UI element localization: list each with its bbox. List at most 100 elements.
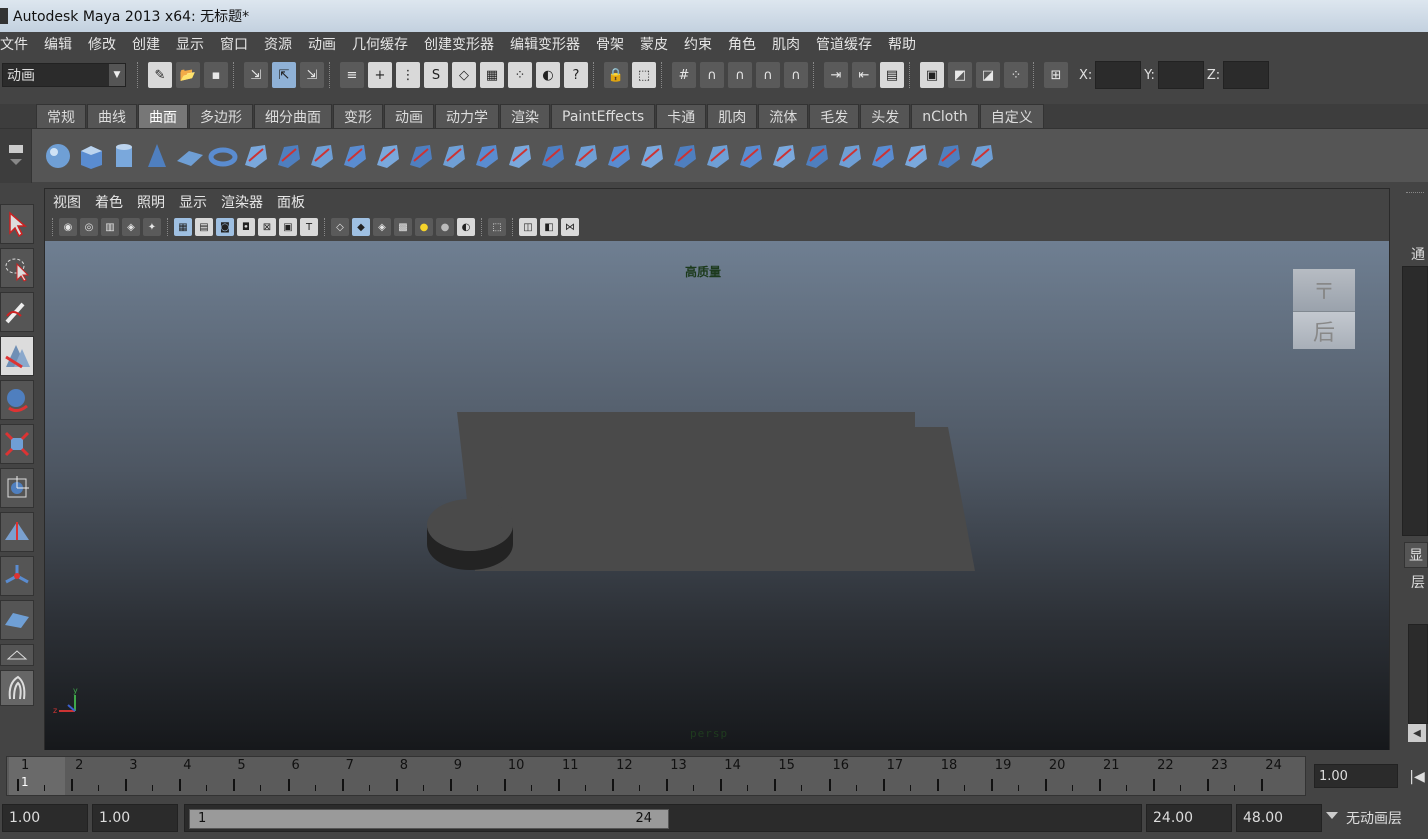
tab-fur[interactable]: 毛发 (809, 104, 860, 128)
panel-grip[interactable] (1406, 192, 1424, 196)
tab-fluids[interactable]: 流体 (758, 104, 809, 128)
tab-surfaces[interactable]: 曲面 (138, 104, 188, 128)
tab-custom[interactable]: 自定义 (979, 104, 1044, 128)
shadows-icon[interactable]: ● (436, 218, 454, 236)
animation-end-field[interactable]: 48.00 (1236, 804, 1322, 832)
select-surfaces-icon[interactable]: ◇ (452, 62, 476, 88)
tab-general[interactable]: 常规 (36, 104, 86, 128)
input-connections-icon[interactable]: ⇥ (824, 62, 848, 88)
detach-icon[interactable] (669, 138, 701, 174)
select-rendering-icon[interactable]: ◐ (536, 62, 560, 88)
display-layer-tab[interactable]: 显 (1404, 542, 1428, 568)
tab-subdivs[interactable]: 细分曲面 (254, 104, 332, 128)
snap-view-plane-icon[interactable]: ∩ (756, 62, 780, 88)
scale-tool-icon[interactable] (0, 424, 34, 464)
tab-dynamics[interactable]: 动力学 (435, 104, 499, 128)
paint-select-tool-icon[interactable] (0, 292, 34, 332)
chevron-down-icon[interactable] (1326, 812, 1338, 819)
menu-geometry-cache[interactable]: 几何缓存 (344, 34, 416, 54)
scene-geometry[interactable] (45, 241, 1389, 750)
view-cube-back[interactable]: 后 (1293, 311, 1355, 349)
select-camera-icon[interactable]: ◉ (59, 218, 77, 236)
use-all-lights-icon[interactable]: ● (415, 218, 433, 236)
menu-character[interactable]: 角色 (720, 34, 764, 54)
xray-icon[interactable]: ◫ (519, 218, 537, 236)
shelf-menu-handle[interactable] (0, 128, 32, 183)
menu-skin[interactable]: 蒙皮 (632, 34, 676, 54)
nurbs-cube-icon[interactable] (75, 138, 107, 174)
save-scene-icon[interactable]: ▪ (204, 62, 228, 88)
layer-list[interactable] (1408, 624, 1428, 724)
layout-single-icon[interactable] (0, 644, 34, 666)
tab-animation[interactable]: 动画 (384, 104, 434, 128)
tab-toon[interactable]: 卡通 (656, 104, 707, 128)
2d-pan-zoom-icon[interactable]: ✦ (143, 218, 161, 236)
panel-menu-show[interactable]: 显示 (179, 192, 215, 212)
sculpt-icon[interactable] (933, 138, 965, 174)
select-by-hierarchy-icon[interactable]: ⇲ (244, 62, 268, 88)
show-manipulator-icon[interactable] (0, 556, 34, 596)
playback-end-field[interactable]: 24.00 (1146, 804, 1232, 832)
bookmarks-icon[interactable]: ▥ (101, 218, 119, 236)
menu-skeleton[interactable]: 骨架 (588, 34, 632, 54)
nurbs-plane-icon[interactable] (174, 138, 206, 174)
range-handle[interactable]: 1 24 (189, 809, 669, 829)
rebuild-icon[interactable] (867, 138, 899, 174)
construction-history-icon[interactable]: ▤ (880, 62, 904, 88)
intersect-icon[interactable] (537, 138, 569, 174)
lock-selection-icon[interactable]: 🔒 (604, 62, 628, 88)
open-scene-icon[interactable]: 📂 (176, 62, 200, 88)
view-cube-top[interactable]: 〒 (1293, 269, 1355, 311)
snap-point-icon[interactable]: ∩ (728, 62, 752, 88)
select-deformations-icon[interactable]: ▦ (480, 62, 504, 88)
select-tool-icon[interactable] (0, 204, 34, 244)
reverse-icon[interactable] (900, 138, 932, 174)
playback-start-field[interactable]: 1.00 (92, 804, 178, 832)
safe-title-icon[interactable]: T (300, 218, 318, 236)
camera-attributes-icon[interactable]: ◎ (80, 218, 98, 236)
nurbs-torus-icon[interactable] (207, 138, 239, 174)
select-by-object-icon[interactable]: ⇱ (272, 62, 296, 88)
panel-menu-lighting[interactable]: 照明 (137, 192, 173, 212)
tab-polygons[interactable]: 多边形 (189, 104, 253, 128)
lasso-tool-icon[interactable] (0, 248, 34, 288)
animation-start-field[interactable]: 1.00 (2, 804, 88, 832)
layout-quick-icon[interactable] (0, 670, 34, 706)
select-curves-icon[interactable]: S (424, 62, 448, 88)
project-curve-icon[interactable] (504, 138, 536, 174)
menu-file[interactable]: 文件 (0, 34, 36, 54)
z-field[interactable] (1223, 61, 1270, 89)
select-misc-icon[interactable]: ? (564, 62, 588, 88)
render-current-frame-icon[interactable]: ◩ (948, 62, 972, 88)
menu-display[interactable]: 显示 (168, 34, 212, 54)
menu-edit-deformers[interactable]: 编辑变形器 (502, 34, 588, 54)
tab-rendering[interactable]: 渲染 (500, 104, 550, 128)
nurbs-cylinder-icon[interactable] (108, 138, 140, 174)
panel-menu-renderer[interactable]: 渲染器 (221, 192, 271, 212)
universal-manipulator-icon[interactable] (0, 468, 34, 508)
open-close-icon[interactable] (735, 138, 767, 174)
textured-icon[interactable]: ▩ (394, 218, 412, 236)
make-live-icon[interactable]: ∩ (784, 62, 808, 88)
panel-menu-view[interactable]: 视图 (53, 192, 89, 212)
surface-edit-icon[interactable] (966, 138, 998, 174)
grid-icon[interactable]: ▦ (174, 218, 192, 236)
viewport-3d[interactable]: 高质量 〒 后 y z persp (45, 241, 1389, 750)
output-connections-icon[interactable]: ⇤ (852, 62, 876, 88)
film-gate-icon[interactable]: ▤ (195, 218, 213, 236)
anim-layer-label[interactable]: 无动画层 (1346, 808, 1402, 828)
new-scene-icon[interactable]: ✎ (148, 62, 172, 88)
select-dynamics-icon[interactable]: ⁘ (508, 62, 532, 88)
wireframe-on-shaded-icon[interactable]: ◈ (373, 218, 391, 236)
tab-hair[interactable]: 头发 (860, 104, 911, 128)
menu-animate[interactable]: 动画 (300, 34, 344, 54)
highlight-selection-icon[interactable]: ⬚ (632, 62, 656, 88)
render-settings-icon[interactable]: ⁘ (1004, 62, 1028, 88)
menu-set-dropdown[interactable]: 动画 ▼ (2, 63, 126, 87)
revolve-icon[interactable] (240, 138, 272, 174)
loft-icon[interactable] (273, 138, 305, 174)
mask-menu-icon[interactable]: ≡ (340, 62, 364, 88)
high-quality-icon[interactable]: ◐ (457, 218, 475, 236)
insert-isoparm-icon[interactable] (768, 138, 800, 174)
tab-curves[interactable]: 曲线 (87, 104, 137, 128)
